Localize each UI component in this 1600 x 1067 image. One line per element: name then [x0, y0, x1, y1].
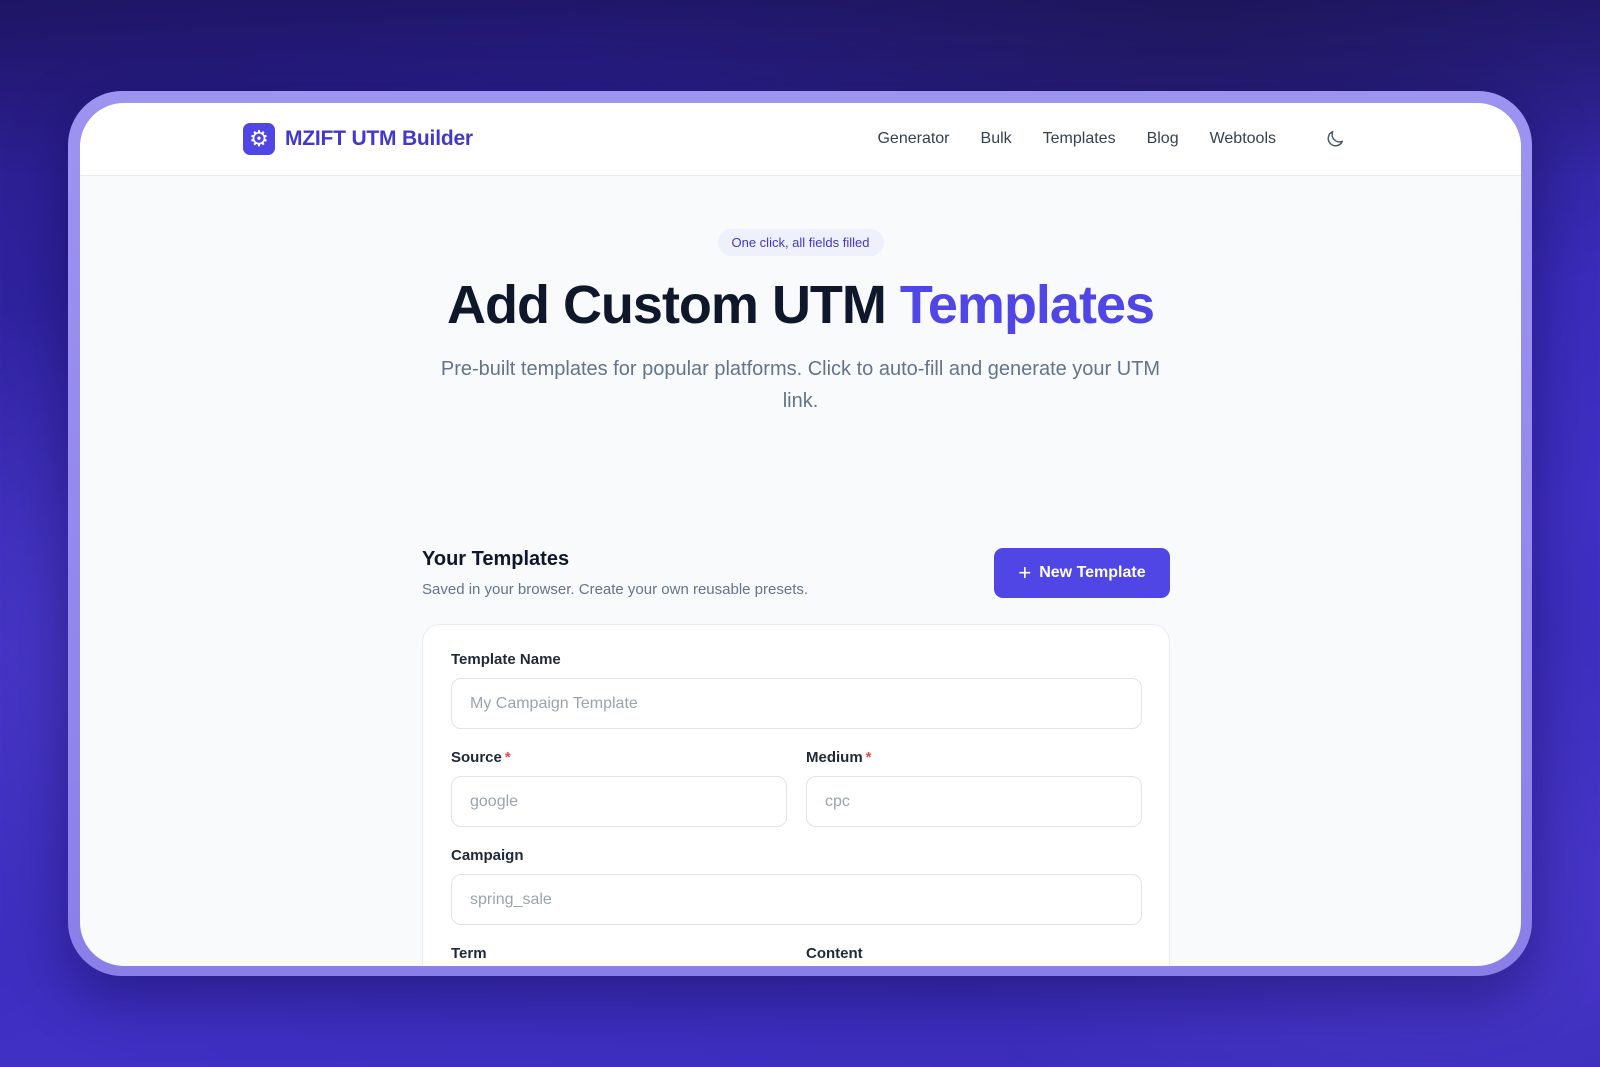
- hero-pill-badge: One click, all fields filled: [717, 229, 884, 256]
- nav-link-webtools[interactable]: Webtools: [1210, 130, 1276, 148]
- term-label: Term: [451, 945, 487, 962]
- source-label: Source *: [451, 749, 787, 766]
- medium-group: Medium *: [806, 749, 1142, 827]
- page-title: Add Custom UTM Templates: [80, 275, 1521, 335]
- plus-icon: +: [1018, 560, 1032, 585]
- template-form-card: Template Name Source* Medium* Campaign: [422, 624, 1170, 966]
- medium-label: Medium *: [806, 749, 1142, 766]
- page-title-accent: Templates: [899, 275, 1155, 335]
- nav-link-generator[interactable]: Generator: [877, 130, 949, 148]
- templates-title: Your Templates: [422, 548, 570, 570]
- content-group: Content: [806, 945, 1142, 966]
- browser-viewport: ⚙ MZIFT UTM Builder Generator Bulk Templ…: [80, 103, 1521, 966]
- template-name-label: Template Name: [451, 651, 561, 668]
- medium-label-text: Medium: [806, 749, 863, 766]
- brand[interactable]: ⚙ MZIFT UTM Builder: [243, 123, 473, 155]
- campaign-group: Campaign: [451, 847, 1142, 925]
- template-name-group: Template Name: [451, 651, 1142, 729]
- nav-link-templates[interactable]: Templates: [1043, 130, 1116, 148]
- term-content-row: Term Content: [451, 945, 1142, 966]
- medium-input[interactable]: [806, 776, 1142, 827]
- required-mark: *: [504, 749, 511, 766]
- top-navbar: ⚙ MZIFT UTM Builder Generator Bulk Templ…: [80, 103, 1521, 176]
- main-nav: Generator Bulk Templates Blog Webtools: [877, 127, 1347, 151]
- templates-heading-group: Your Templates Saved in your browser. Cr…: [422, 548, 808, 598]
- new-template-button[interactable]: + New Template: [994, 548, 1170, 598]
- campaign-input[interactable]: [451, 874, 1142, 925]
- brand-name: MZIFT UTM Builder: [285, 127, 473, 150]
- templates-description: Saved in your browser. Create your own r…: [422, 581, 809, 598]
- campaign-label: Campaign: [451, 847, 524, 864]
- source-medium-row: Source* Medium*: [451, 749, 1142, 827]
- your-templates-section: Your Templates Saved in your browser. Cr…: [422, 548, 1170, 966]
- gear-icon: ⚙: [243, 123, 275, 155]
- nav-link-bulk[interactable]: Bulk: [981, 130, 1012, 148]
- hero-section: One click, all fields filled Add Custom …: [80, 176, 1521, 417]
- page-title-main: Add Custom UTM: [446, 275, 900, 335]
- source-group: Source *: [451, 749, 787, 827]
- nav-link-blog[interactable]: Blog: [1147, 130, 1179, 148]
- source-input[interactable]: [451, 776, 787, 827]
- required-mark: *: [865, 749, 872, 766]
- term-group: Term: [451, 945, 787, 966]
- new-template-label: New Template: [1039, 564, 1146, 581]
- hero-subtitle: Pre-built templates for popular platform…: [440, 358, 1161, 413]
- moon-icon[interactable]: [1323, 127, 1347, 151]
- source-label-text: Source: [451, 749, 502, 766]
- device-frame: ⚙ MZIFT UTM Builder Generator Bulk Templ…: [68, 91, 1532, 976]
- template-name-input[interactable]: [451, 678, 1142, 729]
- templates-header: Your Templates Saved in your browser. Cr…: [422, 548, 1170, 598]
- content-label: Content: [806, 945, 863, 962]
